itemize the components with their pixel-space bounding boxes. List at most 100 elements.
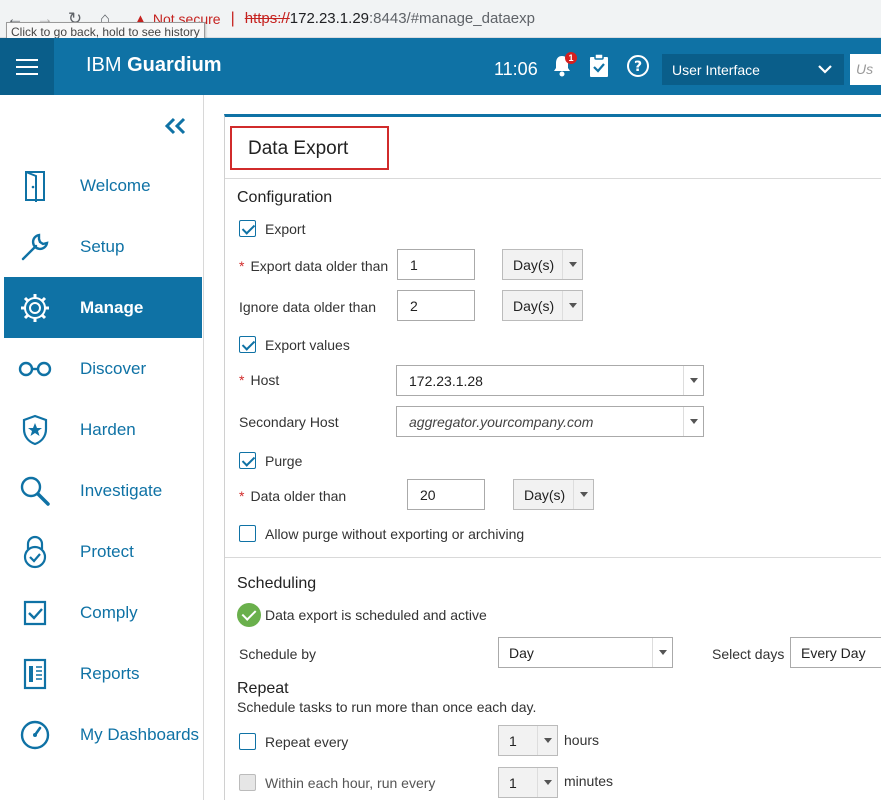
door-icon xyxy=(4,170,80,202)
sidebar-item-label: Comply xyxy=(80,602,138,622)
schedule-by-select[interactable]: Day xyxy=(498,637,673,668)
export-values-checkbox[interactable] xyxy=(239,336,256,353)
clipboard-check-icon xyxy=(4,598,80,628)
role-selector[interactable]: User Interface xyxy=(662,54,844,85)
ignore-older-unit-value: Day(s) xyxy=(513,298,555,314)
sidebar-item-label: Discover xyxy=(80,358,147,378)
brand-guardium: Guardium xyxy=(127,54,222,76)
dropdown-arrow-icon xyxy=(562,250,582,279)
export-older-unit-value: Day(s) xyxy=(513,257,555,273)
data-older-unit-value: Day(s) xyxy=(524,487,566,503)
url-scheme: https:// xyxy=(244,10,290,27)
export-older-unit-select[interactable]: Day(s) xyxy=(502,249,583,280)
sidebar-item-protect[interactable]: Protect xyxy=(4,521,202,582)
allow-purge-checkbox[interactable] xyxy=(239,525,256,542)
purge-checkbox[interactable] xyxy=(239,452,256,469)
url-host: 172.23.1.29 xyxy=(289,10,370,27)
brand-logo: IBM Guardium xyxy=(86,54,222,77)
data-older-input[interactable]: 20 xyxy=(407,479,485,510)
clipboard-icon[interactable] xyxy=(589,53,609,81)
sidebar-item-label: Harden xyxy=(80,419,136,439)
collapse-sidebar-icon[interactable] xyxy=(163,117,187,138)
export-older-label: * Export data older than xyxy=(239,258,388,274)
magnifier-icon xyxy=(4,475,80,507)
data-older-label: * Data older than xyxy=(239,488,346,504)
export-older-input[interactable]: 1 xyxy=(397,249,475,280)
schedule-status: Data export is scheduled and active xyxy=(265,607,487,623)
shield-star-icon xyxy=(4,414,80,446)
within-hour-checkbox[interactable] xyxy=(239,774,256,791)
within-hour-select[interactable]: 1 xyxy=(498,767,558,798)
secondary-host-label: Secondary Host xyxy=(239,414,339,430)
status-ok-icon xyxy=(237,603,261,627)
select-days-select[interactable]: Every Day xyxy=(790,637,881,668)
ignore-older-label: Ignore data older than xyxy=(239,299,376,315)
glasses-icon xyxy=(4,360,80,378)
within-hour-value: 1 xyxy=(509,775,517,791)
sidebar-item-discover[interactable]: Discover xyxy=(4,338,202,399)
host-label-text: Host xyxy=(250,372,280,388)
panel-title-row: Data Export xyxy=(225,117,881,179)
dropdown-arrow-icon xyxy=(537,768,557,797)
data-older-label-text: Data older than xyxy=(250,488,347,504)
gear-icon xyxy=(4,291,80,325)
sidebar-item-label: Investigate xyxy=(80,480,163,500)
select-days-value: Every Day xyxy=(801,645,866,661)
scheduling-heading: Scheduling xyxy=(237,575,317,592)
dropdown-arrow-icon xyxy=(683,366,703,395)
menu-icon[interactable] xyxy=(0,38,54,95)
sidebar-item-manage[interactable]: Manage xyxy=(4,277,202,338)
select-days-label: Select days xyxy=(712,646,785,662)
url-separator: | xyxy=(230,9,235,27)
role-selector-value: User Interface xyxy=(672,62,760,78)
repeat-every-select[interactable]: 1 xyxy=(498,725,558,756)
sidebar-item-reports[interactable]: Reports xyxy=(4,643,202,704)
sidebar-item-welcome[interactable]: Welcome xyxy=(4,155,202,216)
dropdown-arrow-icon xyxy=(562,291,582,320)
repeat-heading: Repeat xyxy=(237,680,289,697)
ignore-older-input[interactable]: 2 xyxy=(397,290,475,321)
sidebar-item-my-dashboards[interactable]: My Dashboards xyxy=(4,704,202,765)
sidebar-nav: Welcome Setup Manage Discover Harden Inv… xyxy=(0,95,204,800)
secondary-host-select[interactable]: aggregator.yourcompany.com xyxy=(396,406,704,437)
sidebar-item-label: My Dashboards xyxy=(80,724,200,744)
required-asterisk: * xyxy=(239,488,245,504)
help-icon[interactable]: ? xyxy=(626,54,650,81)
host-label: * Host xyxy=(239,372,279,388)
host-select[interactable]: 172.23.1.28 xyxy=(396,365,704,396)
schedule-by-value: Day xyxy=(509,645,534,661)
sidebar-item-label: Reports xyxy=(80,663,140,683)
purge-label: Purge xyxy=(265,453,303,469)
sidebar-item-label: Protect xyxy=(80,541,134,561)
secondary-host-placeholder: aggregator.yourcompany.com xyxy=(409,414,594,430)
sidebar-item-setup[interactable]: Setup xyxy=(4,216,202,277)
repeat-every-checkbox[interactable] xyxy=(239,733,256,750)
repeat-every-value: 1 xyxy=(509,733,517,749)
section-divider xyxy=(225,557,881,558)
required-asterisk: * xyxy=(239,258,245,274)
dropdown-arrow-icon xyxy=(573,480,593,509)
sidebar-item-comply[interactable]: Comply xyxy=(4,582,202,643)
export-checkbox[interactable] xyxy=(239,220,256,237)
sidebar-item-label: Setup xyxy=(80,236,125,256)
wrench-icon xyxy=(4,231,80,263)
url-path: :8443/#manage_dataexp xyxy=(369,10,535,27)
sidebar-item-investigate[interactable]: Investigate xyxy=(4,460,202,521)
sidebar-item-label: Welcome xyxy=(80,175,151,195)
dropdown-arrow-icon xyxy=(652,638,672,667)
data-older-unit-select[interactable]: Day(s) xyxy=(513,479,594,510)
ignore-older-unit-select[interactable]: Day(s) xyxy=(502,290,583,321)
svg-text:?: ? xyxy=(634,59,642,75)
chevron-down-icon xyxy=(818,62,832,78)
notification-badge: 1 xyxy=(565,52,577,64)
required-asterisk: * xyxy=(239,372,245,388)
within-hour-unit: minutes xyxy=(564,773,614,789)
export-values-label: Export values xyxy=(265,337,350,353)
dashboard-icon xyxy=(4,719,80,751)
brand-ibm: IBM xyxy=(86,54,128,76)
clock: 11:06 xyxy=(494,59,538,79)
host-value: 172.23.1.28 xyxy=(409,373,483,389)
data-export-panel: Data Export Configuration Export * Export… xyxy=(224,114,881,800)
user-search-input[interactable]: Us xyxy=(850,54,881,85)
sidebar-item-harden[interactable]: Harden xyxy=(4,399,202,460)
